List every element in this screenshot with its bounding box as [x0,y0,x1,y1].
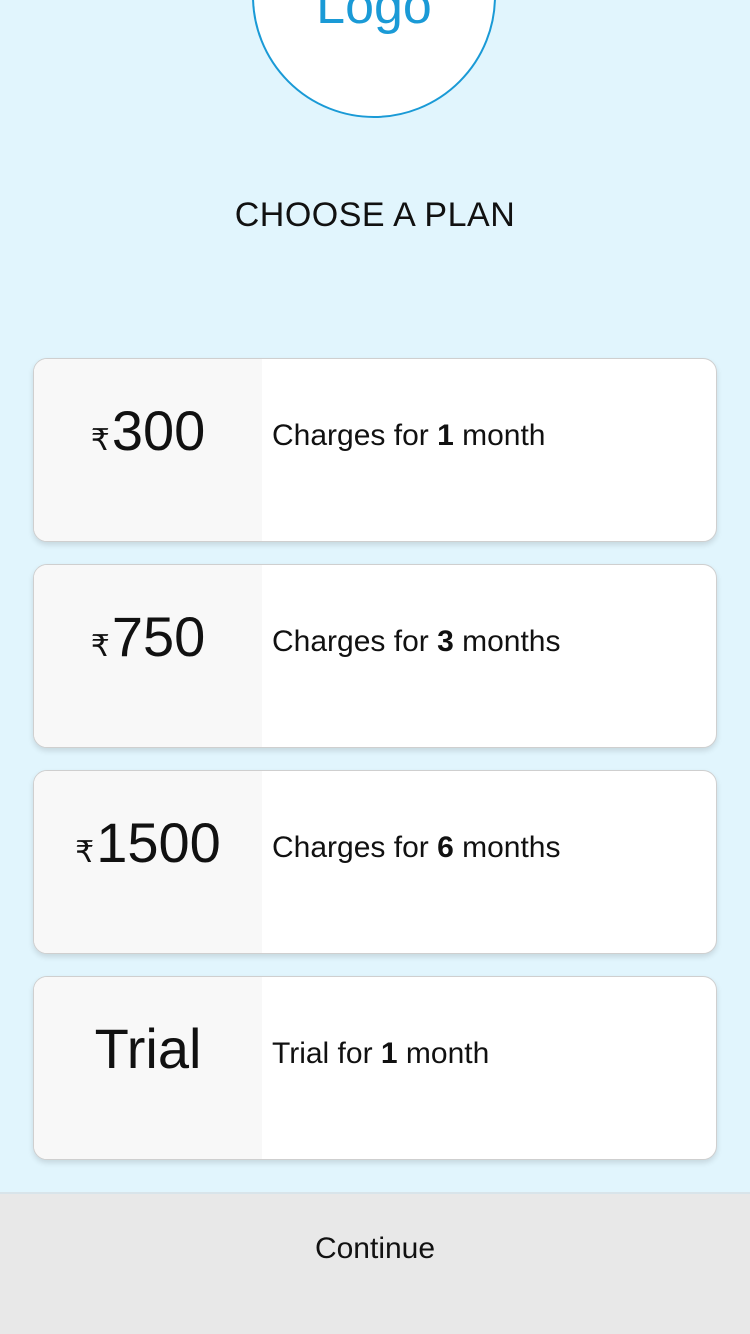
plan-description-prefix: Trial for [272,1037,381,1070]
plan-price-panel: ₹ 300 [34,359,262,541]
plan-duration-number: 6 [437,831,454,864]
rupee-symbol: ₹ [75,836,95,869]
rupee-symbol: ₹ [90,630,110,663]
plan-list: ₹ 300 Charges for 1 month ₹ 750 Charges … [33,358,717,1182]
plan-price-panel: ₹ 1500 [34,771,262,953]
plan-card-6-months[interactable]: ₹ 1500 Charges for 6 months [33,770,717,954]
plan-description-prefix: Charges for [272,625,438,658]
plan-description-prefix: Charges for [272,831,438,864]
plan-description-suffix: months [453,831,561,864]
plan-card-1-month[interactable]: ₹ 300 Charges for 1 month [33,358,717,542]
plan-description: Charges for 1 month [262,359,716,541]
plan-price: 300 [111,399,206,462]
continue-label: Continue [314,1232,436,1265]
plan-description-prefix: Charges for [272,419,438,452]
plan-description-suffix: months [453,625,561,658]
plan-price: 1500 [96,811,221,874]
plan-description-suffix: month [397,1037,490,1070]
plan-price: Trial [94,1017,202,1080]
plan-description: Charges for 6 months [262,771,716,953]
plan-duration-number: 1 [437,419,454,452]
plan-description: Trial for 1 month [262,977,716,1159]
continue-button[interactable]: Continue [0,1192,750,1334]
plan-description-suffix: month [453,419,546,452]
plan-description: Charges for 3 months [262,565,716,747]
plan-duration-number: 3 [437,625,454,658]
plan-price-panel: Trial [34,977,262,1159]
plan-price: 750 [111,605,206,668]
plan-card-trial[interactable]: Trial Trial for 1 month [33,976,717,1160]
logo-text: Logo [316,0,432,35]
rupee-symbol: ₹ [90,424,110,457]
page-title: CHOOSE A PLAN [234,196,516,234]
logo: Logo [252,0,496,118]
plan-price-panel: ₹ 750 [34,565,262,747]
plan-card-3-months[interactable]: ₹ 750 Charges for 3 months [33,564,717,748]
plan-duration-number: 1 [380,1037,398,1070]
